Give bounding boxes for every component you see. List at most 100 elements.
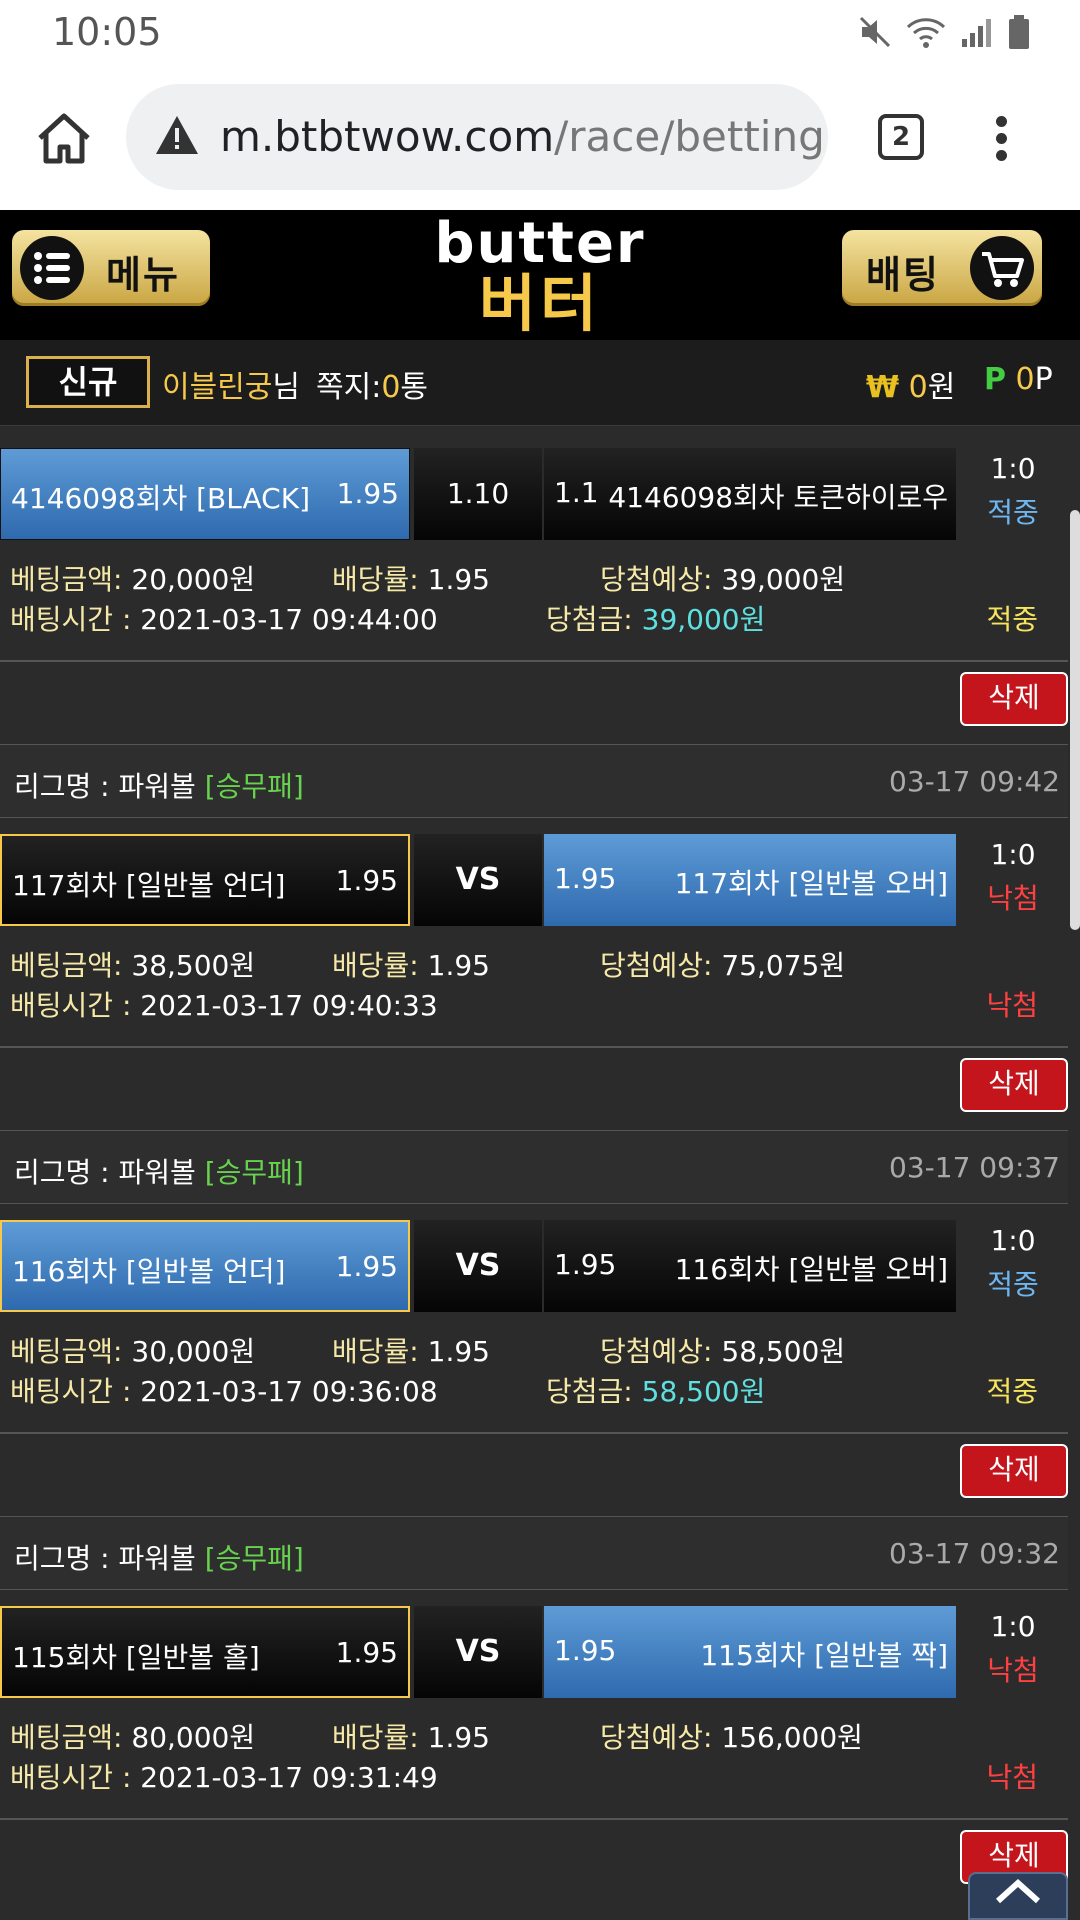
- away-pick[interactable]: 1.1 4146098회차 토큰하이로우: [544, 448, 956, 540]
- bet-status: 낙첨: [986, 989, 1038, 1022]
- away-pick[interactable]: 1.95 116회차 [일반볼 오버]: [544, 1220, 956, 1312]
- delete-button[interactable]: 삭제: [960, 1058, 1068, 1112]
- status-icons: [858, 14, 1030, 50]
- league-prefix: 리그명 :: [14, 1156, 119, 1189]
- bet-time-label: 배팅시간 :: [10, 1761, 132, 1794]
- warning-icon[interactable]: [154, 114, 200, 156]
- match-result: 1:0 낙첨: [958, 1606, 1068, 1689]
- away-pick[interactable]: 1.95 117회차 [일반볼 오버]: [544, 834, 956, 926]
- expected-win: 당첨예상: 39,000원: [600, 558, 845, 598]
- match-score: 1:0: [990, 452, 1036, 485]
- bet-amount-label: 베팅금액:: [10, 1721, 123, 1754]
- away-odds: 1.95: [554, 862, 617, 895]
- win-amount-label: 당첨금:: [546, 603, 633, 636]
- expected-win-value: 39,000원: [721, 563, 846, 596]
- match-result-status: 적중: [987, 496, 1039, 529]
- bet-amount: 베팅금액: 20,000원: [10, 558, 255, 598]
- home-icon[interactable]: [36, 112, 92, 164]
- menu-button[interactable]: 메뉴: [12, 230, 210, 306]
- match-result-status: 낙첨: [987, 882, 1039, 915]
- browser-toolbar: m.btbtwow.com/race/betting 2: [0, 66, 1080, 210]
- bet-odds-value: 1.95: [427, 1721, 490, 1754]
- vs-label: VS: [455, 1634, 501, 1669]
- bet-amount-value: 30,000원: [131, 1335, 256, 1368]
- expected-win: 당첨예상: 58,500원: [600, 1330, 845, 1370]
- home-pick[interactable]: 4146098회차 [BLACK] 1.95: [0, 448, 410, 540]
- expected-win-value: 156,000원: [721, 1721, 863, 1754]
- betting-label: 배팅: [866, 253, 940, 297]
- delete-bar: 삭제: [0, 662, 1068, 742]
- home-team: 117회차 [일반볼 언더]: [12, 869, 286, 902]
- delete-button[interactable]: 삭제: [960, 1444, 1068, 1498]
- url-text: m.btbtwow.com/race/betting: [220, 112, 825, 161]
- address-bar[interactable]: m.btbtwow.com/race/betting: [126, 84, 828, 190]
- match-score: 1:0: [990, 1224, 1036, 1257]
- site-logo[interactable]: butter 버터: [420, 216, 660, 336]
- bet-time-label: 배팅시간 :: [10, 989, 132, 1022]
- bet-info: 베팅금액: 20,000원 배당률: 1.95 당첨예상: 39,000원 배팅…: [0, 550, 1068, 656]
- expected-win-value: 58,500원: [721, 1335, 846, 1368]
- url-path: /race/betting: [554, 112, 825, 161]
- bet-odds: 배당률: 1.95: [332, 944, 490, 984]
- match-score: 1:0: [990, 1610, 1036, 1643]
- bet-odds: 배당률: 1.95: [332, 1716, 490, 1756]
- match-result: 1:0 낙첨: [958, 834, 1068, 917]
- league-date: 03-17 09:42: [889, 765, 1060, 798]
- message-count-value: 0: [381, 370, 401, 405]
- scrollbar-thumb[interactable]: [1070, 510, 1080, 930]
- away-team: 117회차 [일반볼 오버]: [674, 867, 948, 900]
- point-icon: P: [984, 362, 1006, 397]
- bet-amount-label: 베팅금액:: [10, 1335, 123, 1368]
- match-row: 116회차 [일반볼 언더] 1.95 VS 1.95 116회차 [일반볼 오…: [0, 1220, 1068, 1312]
- middle-odds[interactable]: VS: [414, 834, 542, 926]
- middle-odds[interactable]: VS: [414, 1220, 542, 1312]
- home-pick[interactable]: 116회차 [일반볼 언더] 1.95: [0, 1220, 410, 1312]
- league-header: 리그명 : 파워볼 [승무패] 03-17 09:42: [0, 744, 1068, 818]
- middle-odds[interactable]: 1.10: [414, 448, 542, 540]
- bet-amount-label: 베팅금액:: [10, 949, 123, 982]
- bet-time-label: 배팅시간 :: [10, 1375, 132, 1408]
- bet-history-list: 4146098회차 [BLACK] 1.95 1.10 1.1 4146098회…: [0, 426, 1068, 1920]
- delete-button[interactable]: 삭제: [960, 672, 1068, 726]
- away-pick[interactable]: 1.95 115회차 [일반볼 짝]: [544, 1606, 956, 1698]
- betting-cart-button[interactable]: 배팅: [842, 230, 1042, 306]
- mute-icon: [859, 16, 891, 48]
- bet-info: 베팅금액: 38,500원 배당률: 1.95 당첨예상: 75,075원 배팅…: [0, 936, 1068, 1042]
- league-name-value: 파워볼: [118, 1542, 196, 1575]
- home-team: 115회차 [일반볼 홀]: [12, 1641, 260, 1674]
- battery-icon: [1009, 15, 1029, 49]
- logo-korean: 버터: [478, 267, 602, 340]
- more-options-icon[interactable]: [996, 116, 1008, 162]
- message-unit: 통: [400, 370, 429, 405]
- match-result-status: 적중: [987, 1268, 1039, 1301]
- league-prefix: 리그명 :: [14, 770, 119, 803]
- message-count[interactable]: 쪽지:0통: [316, 362, 428, 406]
- home-odds: 1.95: [335, 1636, 398, 1669]
- home-odds: 1.95: [335, 1250, 398, 1283]
- delete-bar: 삭제: [0, 1048, 1068, 1128]
- vs-label: VS: [455, 1248, 501, 1283]
- middle-odds[interactable]: VS: [414, 1606, 542, 1698]
- league-type: [승무패]: [204, 770, 304, 803]
- bet-time: 배팅시간 : 2021-03-17 09:31:49: [10, 1756, 438, 1796]
- bet-status: 낙첨: [986, 1761, 1038, 1794]
- home-pick[interactable]: 117회차 [일반볼 언더] 1.95: [0, 834, 410, 926]
- league-name: 리그명 : 파워볼 [승무패]: [14, 1537, 304, 1577]
- home-pick[interactable]: 115회차 [일반볼 홀] 1.95: [0, 1606, 410, 1698]
- match-result: 1:0 적중: [958, 448, 1068, 531]
- signal-icon: [962, 19, 991, 47]
- match-row: 115회차 [일반볼 홀] 1.95 VS 1.95 115회차 [일반볼 짝]…: [0, 1606, 1068, 1698]
- expected-win-label: 당첨예상:: [600, 949, 713, 982]
- bet-time-value: 2021-03-17 09:31:49: [140, 1761, 438, 1794]
- match-row: 4146098회차 [BLACK] 1.95 1.10 1.1 4146098회…: [0, 448, 1068, 540]
- league-header: 리그명 : 파워볼 [승무패] 03-17 09:37: [0, 1130, 1068, 1204]
- away-team: 115회차 [일반볼 짝]: [700, 1639, 948, 1672]
- scroll-to-top-button[interactable]: [968, 1872, 1068, 1920]
- chevron-up-icon: [995, 1878, 1041, 1904]
- bet-amount: 베팅금액: 38,500원: [10, 944, 255, 984]
- tab-switcher-button[interactable]: 2: [878, 114, 924, 160]
- cart-icon: [970, 236, 1034, 300]
- username: 이블린궁님: [162, 362, 300, 406]
- away-team: 116회차 [일반볼 오버]: [674, 1253, 948, 1286]
- expected-win-label: 당첨예상:: [600, 563, 713, 596]
